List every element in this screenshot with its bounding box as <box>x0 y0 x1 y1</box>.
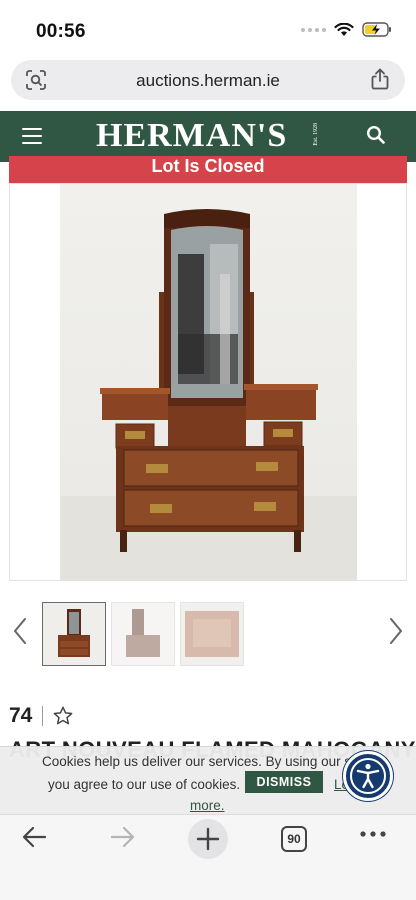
cookie-text: Cookies help us deliver our services. By… <box>42 754 370 769</box>
thumbnail-1[interactable] <box>42 602 106 666</box>
status-time: 00:56 <box>36 21 86 42</box>
chevron-right-icon[interactable] <box>389 617 403 645</box>
chevron-left-icon[interactable] <box>13 617 27 645</box>
browser-toolbar: 90 <box>0 814 416 900</box>
status-bar: 00:56 <box>0 0 416 56</box>
divider <box>42 706 44 726</box>
site-header: HERMAN'S Est. 1928 <box>0 111 416 162</box>
thumbnail-2[interactable] <box>111 602 175 666</box>
address-bar[interactable]: auctions.herman.ie <box>11 60 405 100</box>
new-tab-button[interactable] <box>188 819 228 859</box>
lot-header: 74 <box>9 704 74 728</box>
plus-icon <box>196 827 220 851</box>
signal-icon <box>301 27 326 32</box>
status-icons <box>301 22 392 37</box>
learn-more-link-continued[interactable]: more. <box>190 798 225 813</box>
site-logo[interactable]: HERMAN'S <box>96 119 287 153</box>
lot-number: 74 <box>9 704 33 727</box>
search-icon[interactable] <box>366 125 386 145</box>
battery-charging-icon <box>362 22 391 37</box>
back-arrow-icon[interactable] <box>21 823 49 851</box>
thumbnail-carousel <box>0 600 416 668</box>
dismiss-button[interactable]: DISMISS <box>245 771 323 793</box>
url-text[interactable]: auctions.herman.ie <box>11 71 405 91</box>
share-icon[interactable] <box>370 68 390 90</box>
menu-icon[interactable] <box>22 128 42 149</box>
cookie-text-2: you agree to our use of cookies. <box>48 777 241 792</box>
lot-closed-banner: Lot Is Closed <box>9 156 407 183</box>
forward-arrow-icon[interactable] <box>108 823 136 851</box>
lot-main-image[interactable] <box>9 183 407 581</box>
accessibility-icon <box>350 758 386 794</box>
wifi-icon <box>334 22 354 36</box>
dressing-table-illustration <box>60 209 357 580</box>
logo-est: Est. 1928 <box>313 123 319 146</box>
accessibility-button[interactable] <box>343 751 393 801</box>
more-icon[interactable] <box>359 829 387 839</box>
star-icon[interactable] <box>52 705 74 727</box>
lot-photo[interactable] <box>60 184 357 580</box>
tabs-button[interactable]: 90 <box>281 826 307 852</box>
thumbnail-3[interactable] <box>180 602 244 666</box>
